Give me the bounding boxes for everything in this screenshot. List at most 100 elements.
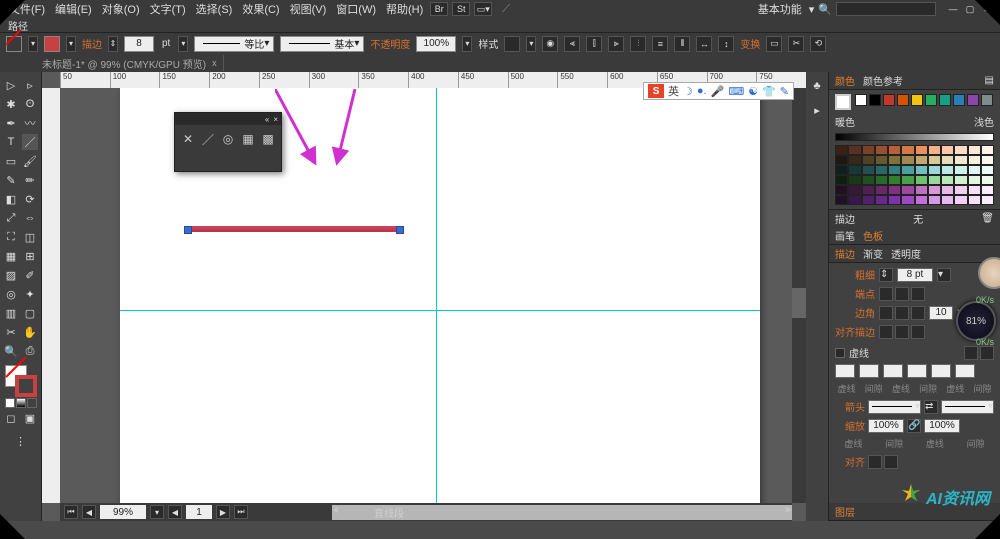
line-object[interactable] (188, 226, 400, 232)
palette-cell[interactable] (888, 175, 901, 185)
color-swatch[interactable] (967, 94, 979, 106)
panel-collapse-icon[interactable]: « (265, 115, 269, 124)
pen-tool[interactable]: ✒ (2, 114, 20, 132)
ime-lang[interactable]: 英 (668, 83, 679, 99)
nav-last[interactable]: ⏭ (234, 505, 248, 519)
palette-cell[interactable] (954, 165, 967, 175)
workspace-switcher[interactable]: 基本功能 (755, 1, 805, 17)
stroke-swatch[interactable] (44, 36, 60, 52)
cap-proj[interactable] (911, 287, 925, 301)
lasso-tool[interactable]: ʘ (21, 95, 39, 113)
palette-cell[interactable] (941, 155, 954, 165)
brush-spiral-icon[interactable]: ◎ (221, 131, 235, 147)
menu-edit[interactable]: 编辑(E) (52, 1, 95, 17)
color-swatch[interactable] (869, 94, 881, 106)
palette-cell[interactable] (875, 155, 888, 165)
arrow-start[interactable]: ▾ (868, 400, 921, 414)
slice-tool[interactable]: ✂ (2, 323, 20, 341)
brush-grid2-icon[interactable]: ▩ (261, 131, 275, 147)
palette-cell[interactable] (968, 145, 981, 155)
palette-cell[interactable] (954, 195, 967, 205)
palette-cell[interactable] (862, 155, 875, 165)
fill-dd[interactable]: ▾ (28, 36, 38, 52)
active-fill-swatch[interactable] (835, 94, 851, 110)
palette-cell[interactable] (888, 155, 901, 165)
palette-cell[interactable] (875, 185, 888, 195)
dash-3[interactable] (931, 364, 951, 378)
gradient-tab[interactable]: 渐变 (863, 246, 883, 261)
minimize-button[interactable]: — (946, 3, 960, 15)
scale-link[interactable]: 🔗 (907, 419, 921, 433)
menu-help[interactable]: 帮助(H) (383, 1, 426, 17)
palette-cell[interactable] (848, 175, 861, 185)
menu-select[interactable]: 选择(S) (193, 1, 236, 17)
ime-mic-icon[interactable]: 🎤 (711, 85, 725, 98)
selection-tool[interactable]: ▷ (2, 76, 20, 94)
prev-artboard-button[interactable]: ◀ (82, 505, 96, 519)
align-center[interactable] (879, 325, 893, 339)
zoom-value[interactable]: 99% (100, 505, 146, 519)
palette-cell[interactable] (848, 155, 861, 165)
palette-cell[interactable] (835, 145, 848, 155)
scale-end[interactable]: 100% (924, 419, 960, 433)
eraser-tool[interactable]: ◧ (2, 190, 20, 208)
palette-cell[interactable] (875, 195, 888, 205)
ime-punct-icon[interactable]: ●. (697, 85, 707, 97)
dash-pre1[interactable] (964, 346, 978, 360)
gap-3[interactable] (955, 364, 975, 378)
palette-cell[interactable] (875, 175, 888, 185)
type-tool[interactable]: T (2, 133, 20, 151)
palette-cell[interactable] (862, 195, 875, 205)
palette-cell[interactable] (888, 145, 901, 155)
arrow-align1[interactable] (868, 455, 882, 469)
screen-normal[interactable]: ◻ (2, 409, 20, 427)
menu-type[interactable]: 文字(T) (147, 1, 189, 17)
arrange-button[interactable]: ▭▾ (474, 2, 492, 16)
palette-cell[interactable] (954, 185, 967, 195)
guide-h[interactable] (120, 310, 760, 311)
ime-pen-icon[interactable]: ✎ (780, 85, 789, 98)
cap-butt[interactable] (879, 287, 893, 301)
palette-cell[interactable] (981, 145, 994, 155)
search-input[interactable] (836, 2, 936, 16)
first-artboard-button[interactable]: ⏮ (64, 505, 78, 519)
ruler-vertical[interactable] (42, 88, 60, 503)
join-round[interactable] (895, 306, 909, 320)
thick-dd[interactable]: ▾ (937, 268, 951, 282)
palette-cell[interactable] (875, 145, 888, 155)
artboard-tool[interactable]: ▢ (21, 304, 39, 322)
rect-tool[interactable]: ▭ (2, 152, 20, 170)
thickness-input[interactable]: 8 pt (897, 268, 933, 282)
menu-object[interactable]: 对象(O) (99, 1, 143, 17)
palette-cell[interactable] (941, 145, 954, 155)
scrollbar-v[interactable] (792, 88, 806, 503)
palette-cell[interactable] (928, 155, 941, 165)
align-l-icon[interactable]: ⫷ (564, 36, 580, 52)
dist-h-icon[interactable]: ↔ (696, 36, 712, 52)
brush-panel[interactable]: «× ✕ ／ ◎ ▦ ▩ (174, 112, 282, 172)
recolor-icon[interactable]: ◉ (542, 36, 558, 52)
palette-cell[interactable] (862, 165, 875, 175)
gap-1[interactable] (859, 364, 879, 378)
palette-cell[interactable] (981, 165, 994, 175)
align-inside[interactable] (895, 325, 909, 339)
palette-cell[interactable] (888, 195, 901, 205)
color-swatch[interactable] (897, 94, 909, 106)
shaper-tool[interactable]: ✎ (2, 171, 20, 189)
palette-cell[interactable] (954, 175, 967, 185)
palette-cell[interactable] (862, 185, 875, 195)
style-thumb[interactable] (504, 36, 520, 52)
stock-button[interactable]: St (452, 2, 470, 16)
palette-cell[interactable] (875, 165, 888, 175)
grad-mode[interactable] (16, 398, 26, 408)
graph-tool[interactable]: ▥ (2, 304, 20, 322)
scale-tool[interactable]: ⤢ (2, 209, 20, 227)
align-m-icon[interactable]: ≡ (652, 36, 668, 52)
pencil-tool[interactable]: ✏ (21, 171, 39, 189)
palette-cell[interactable] (915, 155, 928, 165)
guide-v[interactable] (436, 88, 437, 503)
scale-start[interactable]: 100% (868, 419, 904, 433)
palette-cell[interactable] (968, 195, 981, 205)
blend-tool[interactable]: ◎ (2, 285, 20, 303)
palette-cell[interactable] (901, 185, 914, 195)
